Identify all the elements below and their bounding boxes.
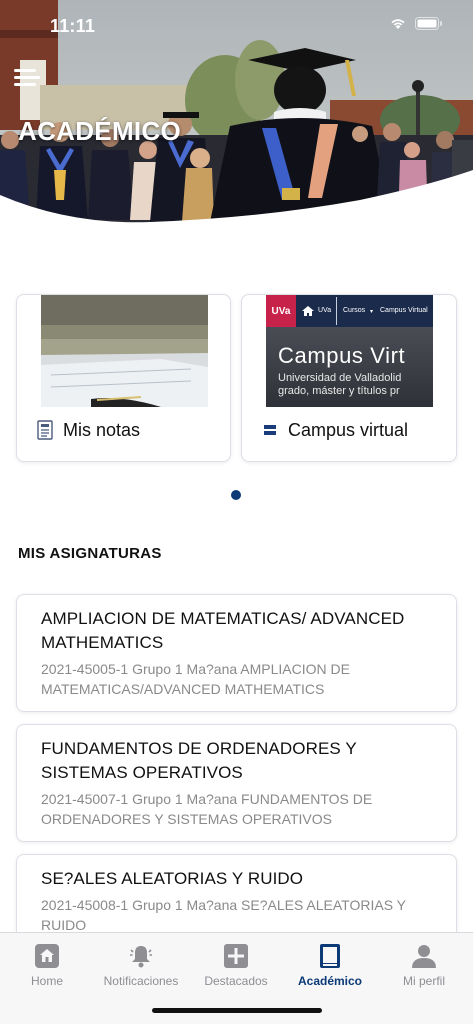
subject-card[interactable]: AMPLIACION DE MATEMATICAS/ ADVANCED MATH…: [16, 594, 457, 712]
quick-link-label: Campus virtual: [288, 419, 409, 440]
tab-academico[interactable]: Académico: [283, 941, 377, 988]
campus-thumbnail: UVa UVa Cursos ▾ Campus Virtual Campus V…: [266, 295, 433, 407]
menu-icon[interactable]: [14, 66, 40, 88]
quick-link-campus-virtual[interactable]: UVa UVa Cursos ▾ Campus Virtual Campus V…: [241, 294, 457, 462]
subject-code: 2021-45008-1 Grupo 1 Ma?ana SE?ALES ALEA…: [41, 897, 406, 933]
quick-link-mis-notas[interactable]: Mis notas: [16, 294, 231, 462]
carousel-page-indicator[interactable]: [231, 490, 241, 500]
tab-notificaciones[interactable]: Notificaciones: [94, 941, 188, 988]
battery-icon: [415, 17, 442, 30]
bell-icon: [130, 946, 152, 968]
uva-logo: UVa: [266, 295, 296, 327]
subject-title: AMPLIACION DE MATEMATICAS/ ADVANCED MATH…: [41, 609, 405, 652]
wifi-icon: [391, 19, 405, 29]
header-banner: 11:11 ACADÉMICO: [0, 0, 473, 250]
home-small-icon: [302, 306, 314, 316]
status-bar: 11:11: [0, 0, 473, 54]
plus-box-icon: [224, 944, 248, 968]
person-icon: [412, 945, 436, 968]
document-icon: [37, 420, 53, 440]
list-icon: [264, 425, 276, 435]
tab-destacados[interactable]: Destacados: [189, 941, 283, 988]
subject-title: FUNDAMENTOS DE ORDENADORES Y SISTEMAS OP…: [41, 739, 357, 782]
page-title: ACADÉMICO: [18, 116, 182, 146]
section-title: MIS ASIGNATURAS: [18, 545, 162, 562]
book-icon: [320, 944, 340, 968]
tab-mi-perfil[interactable]: Mi perfil: [377, 941, 471, 988]
subject-card[interactable]: FUNDAMENTOS DE ORDENADORES Y SISTEMAS OP…: [16, 724, 457, 842]
subject-code: 2021-45005-1 Grupo 1 Ma?ana AMPLIACION D…: [41, 661, 350, 697]
campus-headline: Campus Virt: [278, 343, 406, 368]
status-icons: [389, 17, 443, 30]
quick-link-label: Mis notas: [63, 419, 141, 440]
home-indicator: [152, 1008, 322, 1013]
subject-code: 2021-45007-1 Grupo 1 Ma?ana FUNDAMENTOS …: [41, 791, 373, 827]
subject-title: SE?ALES ALEATORIAS Y RUIDO: [41, 869, 304, 888]
home-icon: [35, 944, 59, 968]
status-time: 11:11: [50, 16, 96, 36]
notes-thumbnail: [41, 295, 208, 407]
tab-home[interactable]: Home: [0, 941, 94, 988]
